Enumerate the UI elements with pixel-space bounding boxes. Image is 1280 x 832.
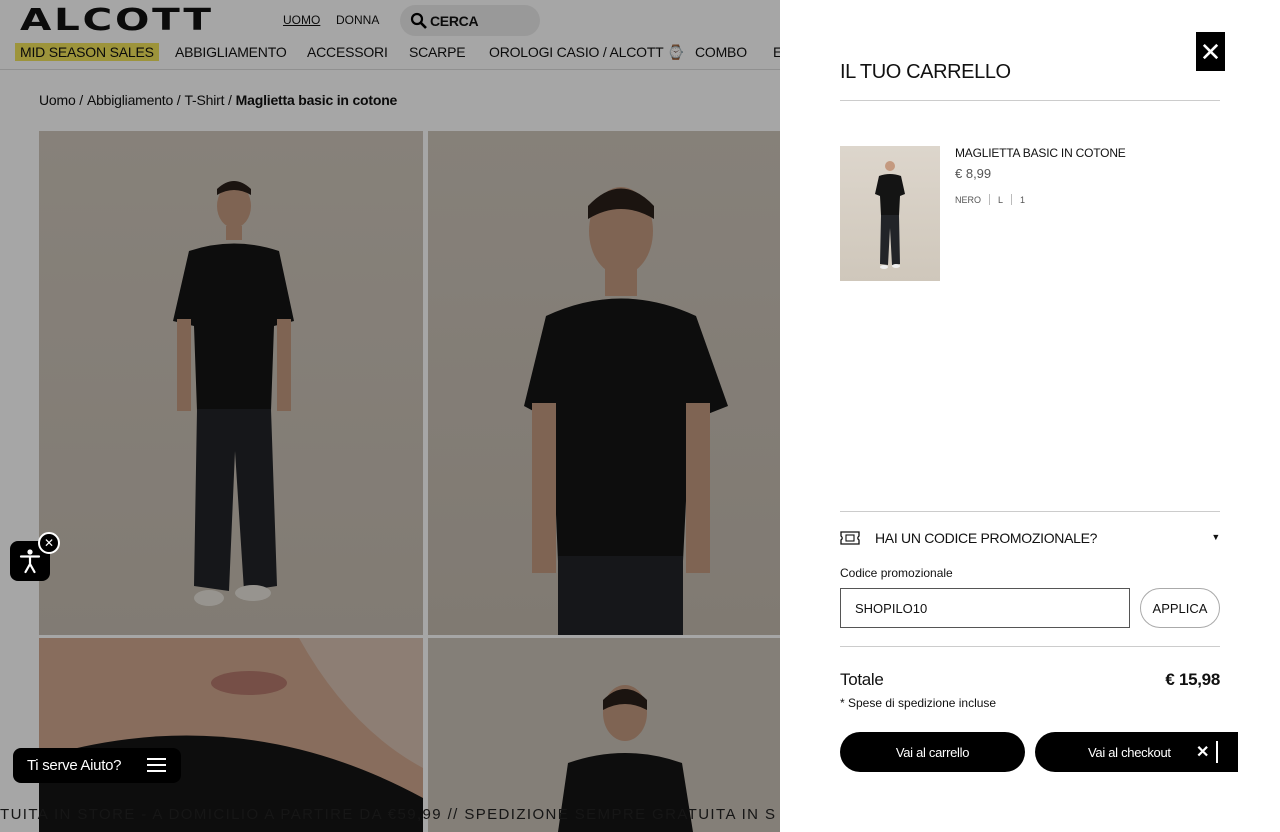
promo-toggle-label: HAI UN CODICE PROMOZIONALE? <box>875 530 1098 546</box>
item-quantity: 1 <box>1020 194 1026 205</box>
accessibility-icon <box>19 549 41 574</box>
total-label: Totale <box>840 670 884 689</box>
page-dim-overlay[interactable] <box>0 0 780 832</box>
promo-code-toggle[interactable]: HAI UN CODICE PROMOZIONALE? ▼ <box>840 528 1220 548</box>
help-chat-button[interactable]: Ti serve Aiuto? <box>13 748 181 783</box>
go-to-checkout-button[interactable]: Vai al checkout ✕ <box>1035 732 1238 772</box>
shipping-note: * Spese di spedizione incluse <box>840 696 997 710</box>
cart-title: IL TUO CARRELLO <box>840 61 1011 83</box>
cart-item-name[interactable]: MAGLIETTA BASIC IN COTONE <box>955 146 1126 160</box>
close-icon: ✕ <box>1199 36 1222 67</box>
attr-separator <box>989 194 991 205</box>
total-value: € 15,98 <box>1165 670 1220 689</box>
divider <box>840 100 1220 101</box>
divider <box>840 646 1220 647</box>
cart-item-image[interactable] <box>840 146 940 281</box>
close-cart-button[interactable]: ✕ <box>1196 32 1225 71</box>
menu-icon <box>147 758 166 773</box>
help-label: Ti serve Aiuto? <box>27 757 122 774</box>
promo-code-input[interactable] <box>840 588 1130 628</box>
checkout-label: Vai al checkout <box>1088 744 1171 760</box>
divider-bar <box>1216 741 1218 763</box>
divider <box>840 511 1220 512</box>
apply-promo-button[interactable]: APPLICA <box>1140 588 1220 628</box>
cart-item-price: € 8,99 <box>955 166 992 181</box>
cart-drawer: ✕ IL TUO CARRELLO MAGLIETTA BASIC IN COT… <box>780 0 1280 832</box>
go-to-cart-button[interactable]: Vai al carrello <box>840 732 1025 772</box>
item-thumbnail-figure <box>875 161 905 269</box>
ticket-icon <box>840 531 860 545</box>
attr-separator <box>1011 194 1013 205</box>
cart-item-attributes: NERO L 1 <box>955 194 1025 205</box>
item-color: NERO <box>955 194 982 205</box>
chevron-down-icon: ▼ <box>1211 532 1220 542</box>
item-size: L <box>998 194 1004 205</box>
accessibility-close-icon[interactable]: ✕ <box>38 532 60 554</box>
close-icon[interactable]: ✕ <box>1196 742 1209 762</box>
promo-field-label: Codice promozionale <box>840 566 953 580</box>
